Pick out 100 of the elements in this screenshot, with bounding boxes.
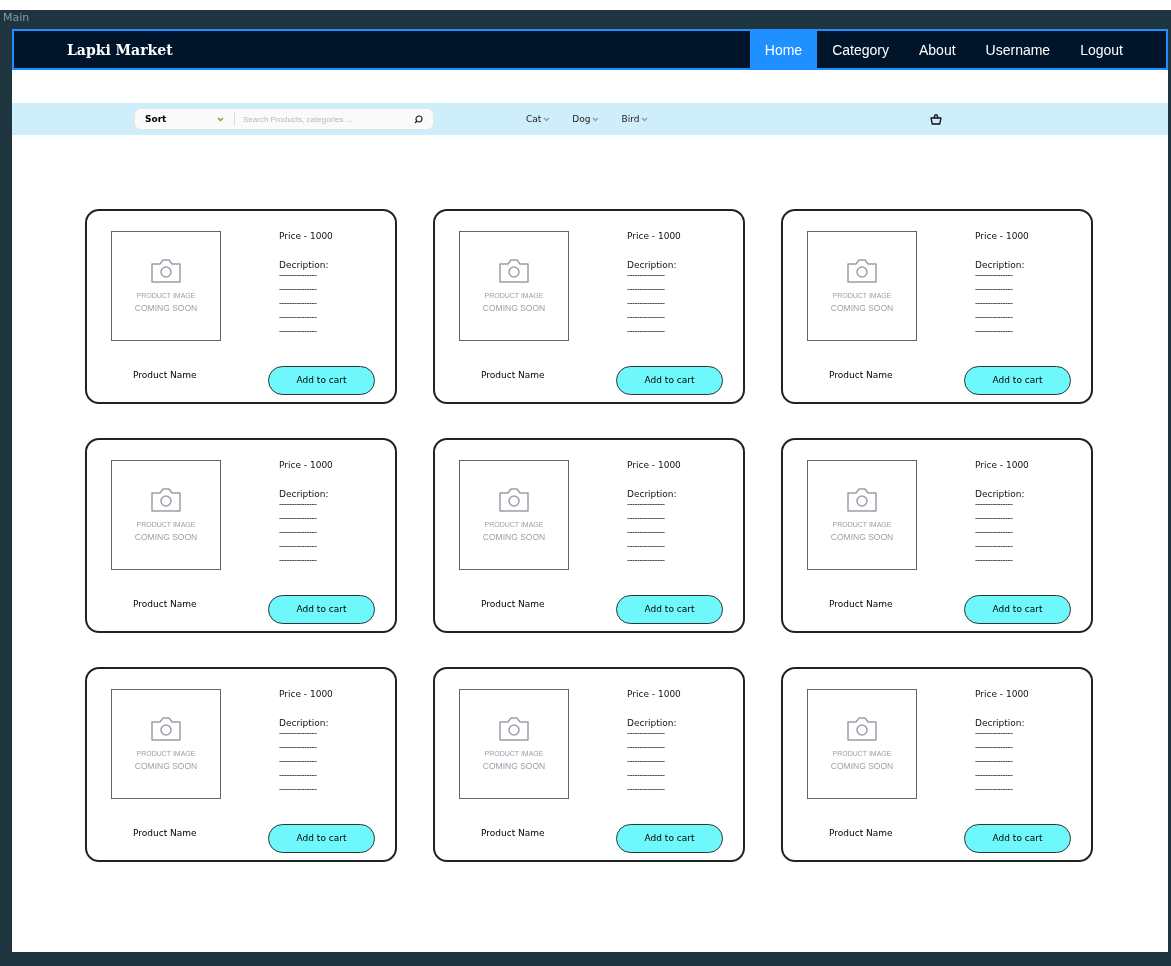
description-line: ---------------	[627, 313, 666, 322]
description-line: ---------------	[627, 771, 666, 780]
add-to-cart-button[interactable]: Add to cart	[268, 823, 375, 853]
description-line: ---------------	[627, 299, 666, 308]
camera-icon	[497, 258, 531, 284]
description-label: Decription:	[627, 718, 678, 728]
sort-dropdown[interactable]: Sort	[135, 112, 235, 126]
price-text: Price - 1000	[627, 460, 682, 470]
description-line: ---------------	[627, 514, 666, 523]
camera-icon	[845, 258, 879, 284]
product-name: Product Name	[133, 599, 197, 610]
nav-link[interactable]: About	[904, 31, 971, 68]
search-icon	[414, 114, 423, 124]
placeholder-text: COMING SOON	[830, 302, 894, 314]
nav-link[interactable]: Username	[970, 31, 1066, 68]
price-text: Price - 1000	[279, 460, 334, 470]
description-line: ---------------	[279, 514, 318, 523]
price-text: Price - 1000	[975, 689, 1030, 699]
description-line: ---------------	[627, 542, 666, 551]
category-dropdown[interactable]: Bird	[621, 114, 649, 124]
add-to-cart-button[interactable]: Add to cart	[964, 365, 1071, 395]
placeholder-text: COMING SOON	[482, 302, 546, 314]
placeholder-text: COMING SOON	[482, 531, 546, 543]
description-line: ---------------	[975, 729, 1014, 738]
description-line: ---------------	[279, 729, 318, 738]
price-text: Price - 1000	[279, 689, 334, 699]
description-line: ---------------	[975, 556, 1014, 565]
price-text: Price - 1000	[627, 689, 682, 699]
product-name: Product Name	[481, 828, 545, 839]
description-line: ---------------	[627, 500, 666, 509]
description-line: ---------------	[975, 771, 1014, 780]
placeholder-text: COMING SOON	[134, 531, 198, 543]
price-text: Price - 1000	[627, 231, 682, 241]
description-line: ---------------	[627, 556, 666, 565]
product-name: Product Name	[481, 370, 545, 381]
description-line: ---------------	[627, 285, 666, 294]
description-line: ---------------	[975, 327, 1014, 336]
camera-icon	[845, 716, 879, 742]
description-line: ---------------	[975, 757, 1014, 766]
description-line: ---------------	[975, 285, 1014, 294]
placeholder-text: COMING SOON	[830, 531, 894, 543]
description-line: ---------------	[627, 743, 666, 752]
description-line: ---------------	[975, 542, 1014, 551]
description-line: ---------------	[279, 271, 318, 280]
price-text: Price - 1000	[975, 460, 1030, 470]
add-to-cart-button[interactable]: Add to cart	[964, 594, 1071, 624]
description-line: ---------------	[975, 528, 1014, 537]
chevron-down-icon	[641, 116, 649, 122]
description-line: ---------------	[975, 313, 1014, 322]
nav-link[interactable]: Logout	[1065, 31, 1138, 68]
camera-icon	[845, 487, 879, 513]
brand-logo: Lapki Market	[67, 41, 174, 58]
description-label: Decription:	[627, 489, 678, 499]
description-line: ---------------	[627, 729, 666, 738]
description-label: Decription:	[279, 260, 330, 270]
description-line: ---------------	[975, 299, 1014, 308]
description-label: Decription:	[975, 489, 1026, 499]
chevron-down-icon	[217, 116, 224, 122]
add-to-cart-button[interactable]: Add to cart	[268, 594, 375, 624]
description-line: ---------------	[975, 743, 1014, 752]
category-dropdown[interactable]: Dog	[572, 114, 600, 124]
placeholder-text: COMING SOON	[134, 302, 198, 314]
category-dropdown[interactable]: Cat	[526, 114, 551, 124]
add-to-cart-button[interactable]: Add to cart	[616, 365, 723, 395]
camera-icon	[149, 258, 183, 284]
product-name: Product Name	[481, 599, 545, 610]
add-to-cart-button[interactable]: Add to cart	[616, 823, 723, 853]
description-line: ---------------	[279, 771, 318, 780]
cart-button[interactable]	[930, 113, 943, 125]
description-label: Decription:	[279, 718, 330, 728]
description-line: ---------------	[279, 500, 318, 509]
description-line: ---------------	[975, 785, 1014, 794]
price-text: Price - 1000	[975, 231, 1030, 241]
nav-link[interactable]: Category	[817, 31, 904, 68]
description-line: ---------------	[975, 500, 1014, 509]
description-line: ---------------	[279, 556, 318, 565]
chevron-down-icon	[592, 116, 600, 122]
product-name: Product Name	[829, 599, 893, 610]
add-to-cart-button[interactable]: Add to cart	[964, 823, 1071, 853]
camera-icon	[497, 487, 531, 513]
description-label: Decription:	[279, 489, 330, 499]
placeholder-text: COMING SOON	[830, 760, 894, 772]
add-to-cart-button[interactable]: Add to cart	[268, 365, 375, 395]
description-line: ---------------	[279, 313, 318, 322]
description-line: ---------------	[279, 327, 318, 336]
description-line: ---------------	[279, 299, 318, 308]
description-line: ---------------	[627, 785, 666, 794]
description-line: ---------------	[627, 271, 666, 280]
description-line: ---------------	[975, 271, 1014, 280]
placeholder-text: COMING SOON	[482, 760, 546, 772]
description-line: ---------------	[279, 743, 318, 752]
description-line: ---------------	[279, 757, 318, 766]
frame-title: Main	[3, 10, 31, 26]
chevron-down-icon	[543, 116, 551, 122]
description-line: ---------------	[279, 785, 318, 794]
product-name: Product Name	[133, 828, 197, 839]
description-label: Decription:	[975, 260, 1026, 270]
add-to-cart-button[interactable]: Add to cart	[616, 594, 723, 624]
camera-icon	[149, 716, 183, 742]
camera-icon	[497, 716, 531, 742]
